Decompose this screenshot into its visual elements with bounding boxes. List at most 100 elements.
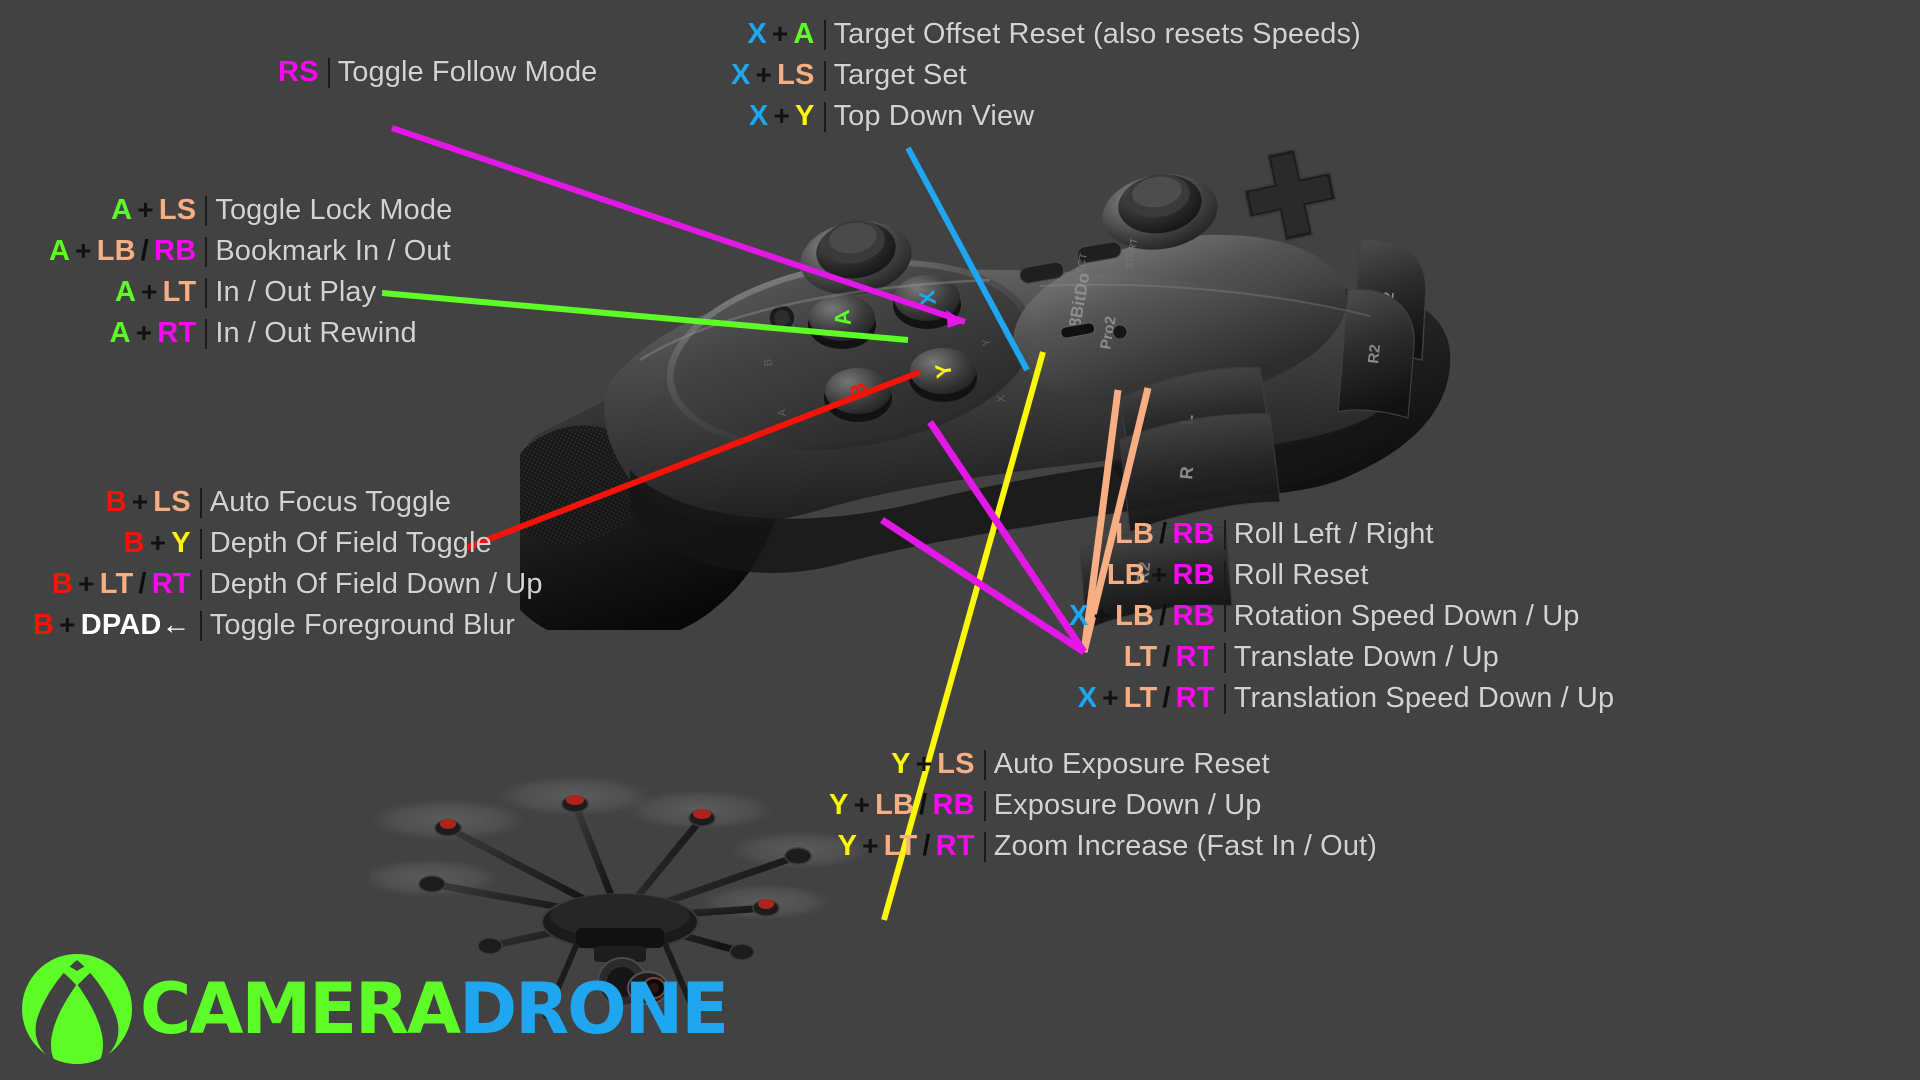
legend-description: Toggle Lock Mode [215,194,453,226]
button-key-a: A [793,18,815,50]
combo-plus: + [915,748,933,779]
legend-row: X + A Target Offset Reset (also resets Spee… [722,18,1361,50]
button-key-lb: LB [875,789,915,821]
controller-trigger-R2: R2 [1337,288,1415,419]
legend-divider [199,529,202,559]
legend-description: In / Out Rewind [215,317,417,349]
button-key-rb: RB [154,235,197,267]
legend-description: Translation Speed Down / Up [1233,682,1615,714]
legend-description: Target Offset Reset (also resets Speeds) [833,18,1361,50]
combo-slash: / [1159,600,1168,632]
button-key-y: Y [829,789,849,821]
legend-row: RS Toggle Follow Mode [278,56,597,88]
legend-divider [983,750,986,780]
logo-text-drone: DRONE [459,968,729,1050]
combo-plus: + [755,59,773,90]
legend-block-b-combos: B + LS Auto Focus Toggle B + Y Depth Of Field T… [24,486,584,652]
combo-plus: + [1150,559,1168,590]
button-key-ls: LS [937,748,975,780]
combo-plus: + [862,830,879,861]
button-key-rb: RB [1172,600,1215,632]
button-key-x: X [748,100,769,132]
button-key-y: Y [795,100,815,132]
legend-divider [199,488,202,518]
button-key-rt: RT [157,317,197,349]
button-key-rb: RB [932,789,975,821]
legend-row: B + DPAD← Toggle Foreground Blur [24,609,584,641]
combo-slash: / [1162,682,1171,714]
button-key-y: Y [171,527,191,559]
button-key-x: X [1069,600,1089,632]
combo-slash: / [138,568,147,600]
legend-description: In / Out Play [215,276,377,308]
button-key-lb: LB [1106,559,1146,591]
button-key-x: X [1077,682,1098,714]
legend-divider [983,832,986,862]
combo-plus: + [131,486,149,517]
button-key-lt: LT [883,830,918,862]
logo-wordmark: CAMERADRONE [140,968,729,1050]
button-combo: X + LS [722,59,824,91]
button-key-ls: LS [777,59,815,91]
combo-plus: + [853,789,871,820]
button-key-rt: RT [151,568,191,600]
svg-text:B: B [762,358,775,366]
legend-block-y-combos: Y + LS Auto Exposure Reset Y + LB / RB Exposure D… [820,748,1560,873]
button-combo: A + LS [40,194,205,226]
combo-plus: + [1102,682,1119,713]
legend-description: Toggle Foreground Blur [209,609,516,641]
legend-description: Exposure Down / Up [993,789,1262,821]
button-key-rb: RB [1172,518,1215,550]
combo-plus: + [137,194,154,225]
legend-description: Auto Focus Toggle [209,486,452,518]
combo-plus: + [1093,600,1111,631]
legend-description: Bookmark In / Out [215,235,451,267]
controller-dpad-graphic [1242,147,1338,243]
legend-divider [1223,561,1226,591]
combo-slash: / [140,235,150,267]
button-combo: A + RT [40,317,205,349]
button-combo: LB + RB [1060,559,1224,591]
legend-row: B + LS Auto Focus Toggle [24,486,584,518]
button-combo: Y + LT / RT [820,830,984,862]
combo-plus: + [135,317,153,348]
legend-row: B + LT / RT Depth Of Field Down / Up [24,568,584,600]
button-key-x: X [747,18,767,50]
button-key-rt: RT [1175,641,1215,673]
legend-divider [823,102,826,132]
legend-description: Target Set [833,59,967,91]
combo-slash: / [922,830,931,862]
button-key-a: A [109,317,131,349]
legend-description: Roll Reset [1233,559,1369,591]
legend-divider [199,570,202,600]
legend-divider [1223,684,1226,714]
legend-row: B + Y Depth Of Field Toggle [24,527,584,559]
button-combo: A + LT [40,276,205,308]
legend-description: Auto Exposure Reset [993,748,1270,780]
legend-row: Y + LS Auto Exposure Reset [820,748,1560,780]
legend-row: A + LT In / Out Play [40,276,560,308]
button-key-lt: LT [1123,682,1158,714]
legend-description: Zoom Increase (Fast In / Out) [993,830,1377,862]
legend-divider [327,58,330,88]
legend-row: A + LB / RB Bookmark In / Out [40,235,560,267]
button-combo: X + Y [722,100,824,132]
combo-plus: + [59,609,76,640]
legend-divider [1223,602,1226,632]
svg-text:R: R [1176,465,1197,480]
legend-row: Y + LT / RT Zoom Increase (Fast In / Out) [820,830,1560,862]
button-key-dpad: DPAD← [80,609,191,641]
button-key-lb: LB [1115,518,1155,550]
button-combo: X + LB / RB [1060,600,1224,632]
button-key-lt: LT [162,276,197,308]
button-key-y: Y [837,830,858,862]
button-key-lb: LB [96,235,136,267]
legend-description: Depth Of Field Down / Up [209,568,543,600]
button-key-rb: RB [1172,559,1215,591]
button-key-lt: LT [99,568,134,600]
legend-divider [205,319,208,349]
legend-description: Roll Left / Right [1233,518,1434,550]
button-key-rs: RS [278,56,319,88]
legend-divider [199,611,202,641]
legend-block-a-combos: A + LS Toggle Lock Mode A + LB / RB Bookmark In /… [40,194,560,360]
